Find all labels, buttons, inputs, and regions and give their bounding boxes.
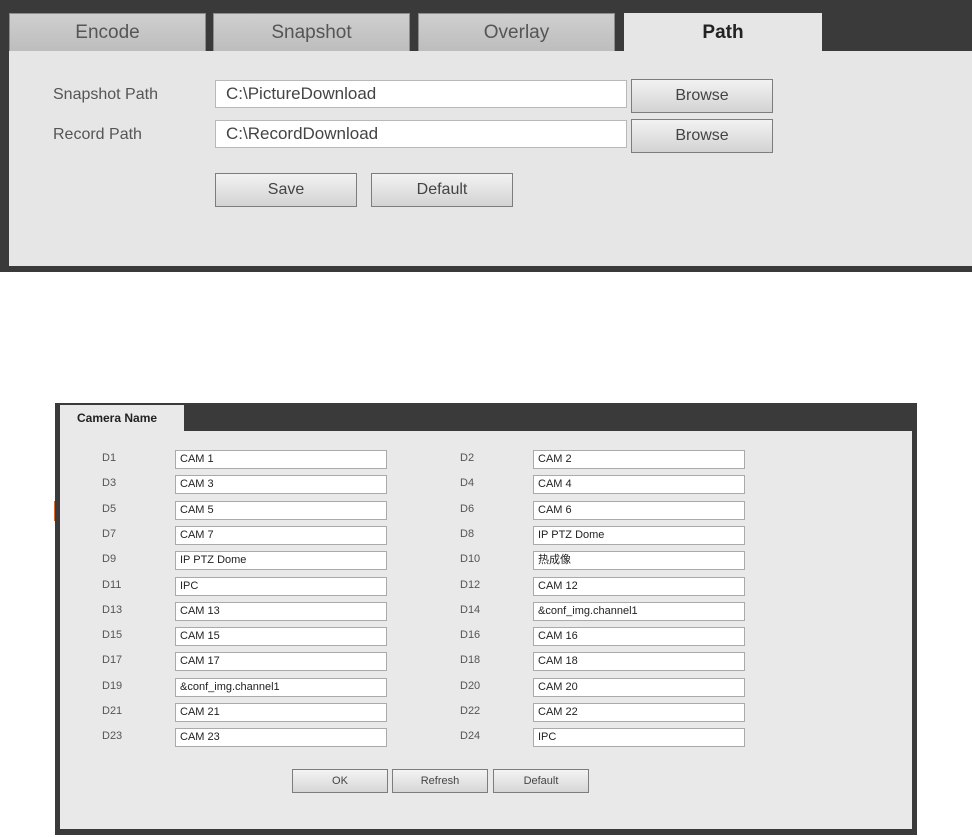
camera-id-label: D12 (460, 578, 481, 591)
path-default-button[interactable]: Default (371, 173, 513, 207)
tab-overlay[interactable]: Overlay (418, 13, 615, 51)
camera-name-input[interactable]: CAM 20 (533, 677, 745, 697)
camera-name-panel: Camera Name D1 CAM 1 D3 CAM 3 D5 CAM 5 D7 CAM 7… (55, 403, 917, 835)
camera-name-input[interactable]: CAM 13 (175, 601, 387, 621)
camera-name-input[interactable]: IP PTZ Dome (533, 525, 745, 545)
camera-id-label: D15 (102, 629, 123, 642)
camera-id-label: D14 (460, 603, 481, 616)
camera-name-input[interactable]: IP PTZ Dome (175, 551, 387, 571)
camera-name-input[interactable]: CAM 2 (533, 450, 745, 469)
camera-name-input[interactable]: CAM 18 (533, 652, 745, 672)
camera-id-label: D24 (460, 730, 481, 743)
camera-id-label: D6 (460, 502, 475, 515)
camera-id-label: D22 (460, 705, 481, 717)
tab-camera-name[interactable]: Camera Name (60, 405, 184, 433)
camera-id-label: D1 (102, 452, 117, 464)
snapshot-browse-button[interactable]: Browse (631, 79, 773, 113)
camera-id-label: D4 (460, 477, 475, 490)
camera-default-button[interactable]: Default (493, 769, 589, 793)
camera-name-input[interactable]: CAM 5 (175, 500, 387, 520)
camera-id-label: D7 (102, 527, 117, 540)
tab-encode[interactable]: Encode (9, 13, 206, 51)
camera-name-content: D1 CAM 1 D3 CAM 3 D5 CAM 5 D7 CAM 7 D9 IP PTZ Dom… (60, 431, 912, 829)
camera-id-label: D23 (102, 730, 123, 743)
camera-name-input[interactable]: &conf_img.channel1 (533, 601, 745, 621)
camera-name-input[interactable]: CAM 4 (533, 475, 745, 495)
tab-path[interactable]: Path (624, 13, 822, 52)
camera-name-input[interactable]: CAM 15 (175, 627, 387, 647)
camera-name-input[interactable]: CAM 16 (533, 627, 745, 647)
ok-button[interactable]: OK (292, 769, 388, 793)
path-settings-panel: Encode Snapshot Overlay Path Snapshot Pa… (0, 0, 972, 272)
camera-name-input[interactable]: CAM 22 (533, 703, 745, 722)
camera-id-label: D11 (102, 578, 122, 591)
camera-id-label: D9 (102, 553, 117, 566)
camera-name-input[interactable]: CAM 6 (533, 500, 745, 520)
camera-id-label: D3 (102, 477, 117, 490)
camera-name-input[interactable]: IPC (533, 728, 745, 748)
path-tab-content: Snapshot Path C:\PictureDownload Browse … (9, 51, 972, 266)
camera-id-label: D2 (460, 452, 475, 464)
camera-id-label: D13 (102, 603, 123, 616)
camera-name-input[interactable]: CAM 7 (175, 525, 387, 545)
record-browse-button[interactable]: Browse (631, 119, 773, 153)
camera-id-label: D16 (460, 629, 481, 642)
camera-id-label: D10 (460, 553, 481, 566)
camera-id-label: D19 (102, 679, 123, 692)
camera-name-input[interactable]: IPC (175, 576, 387, 596)
camera-name-input[interactable]: CAM 17 (175, 652, 387, 672)
record-path-label: Record Path (53, 126, 142, 143)
camera-name-input[interactable]: CAM 3 (175, 475, 387, 495)
tab-snapshot[interactable]: Snapshot (213, 13, 410, 51)
camera-id-label: D21 (102, 705, 123, 717)
camera-id-label: D5 (102, 502, 117, 515)
record-path-input[interactable]: C:\RecordDownload (215, 120, 627, 148)
snapshot-path-input[interactable]: C:\PictureDownload (215, 80, 627, 108)
save-button[interactable]: Save (215, 173, 357, 207)
camera-name-input[interactable]: &conf_img.channel1 (175, 677, 387, 697)
camera-name-input[interactable]: CAM 1 (175, 450, 387, 469)
refresh-button[interactable]: Refresh (392, 769, 488, 793)
camera-id-label: D8 (460, 527, 475, 540)
camera-id-label: D17 (102, 654, 123, 667)
camera-name-input[interactable]: CAM 21 (175, 703, 387, 722)
camera-id-label: D18 (460, 654, 481, 667)
camera-id-label: D20 (460, 679, 481, 692)
camera-name-input[interactable]: 热成像 (533, 551, 745, 571)
camera-name-input[interactable]: CAM 23 (175, 728, 387, 748)
camera-name-input[interactable]: CAM 12 (533, 576, 745, 596)
snapshot-path-label: Snapshot Path (53, 86, 158, 103)
